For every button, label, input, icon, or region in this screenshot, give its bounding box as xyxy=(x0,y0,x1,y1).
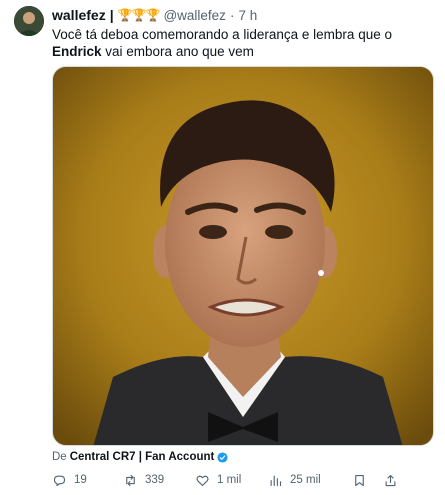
media-source: De Central CR7 | Fan Account xyxy=(52,451,228,463)
avatar[interactable] xyxy=(14,6,44,36)
source-account[interactable]: Central CR7 | Fan Account xyxy=(70,451,215,463)
share-button[interactable] xyxy=(383,473,398,488)
retweet-count: 339 xyxy=(145,474,165,486)
reply-button[interactable]: 19 xyxy=(52,473,87,488)
verified-badge-icon xyxy=(217,451,228,463)
trophy-badges: 🏆🏆🏆 xyxy=(117,8,161,22)
retweet-icon xyxy=(126,474,135,486)
tweet-media[interactable] xyxy=(52,66,434,446)
share-icon xyxy=(385,474,396,486)
action-bar: 19 339 1 mil 25 mil xyxy=(52,470,434,490)
source-prefix: De xyxy=(52,451,67,463)
display-name[interactable]: wallefez xyxy=(52,7,106,23)
tweet[interactable]: wallefez | 🏆🏆🏆 @wallefez · 7 h Você tá d… xyxy=(0,0,445,495)
mention-endrick: Endrick xyxy=(52,44,102,59)
dot-separator: · xyxy=(229,7,235,23)
name-separator: | xyxy=(109,7,114,23)
tweet-text: Você tá deboa comemorando a liderança e … xyxy=(52,26,432,60)
reply-icon xyxy=(53,475,66,486)
tweet-text-part: vai embora ano que vem xyxy=(101,44,254,59)
tweet-text-part: Você tá deboa comemorando a liderança e … xyxy=(52,27,392,42)
like-button[interactable]: 1 mil xyxy=(195,473,241,488)
heart-icon xyxy=(196,475,209,486)
like-count: 1 mil xyxy=(217,474,242,486)
views-count: 25 mil xyxy=(290,474,321,486)
timestamp[interactable]: 7 h xyxy=(238,8,257,23)
handle[interactable]: @wallefez xyxy=(163,8,225,23)
reply-count: 19 xyxy=(74,474,87,486)
views-button[interactable]: 25 mil xyxy=(268,473,321,488)
tweet-header: wallefez | 🏆🏆🏆 @wallefez · 7 h xyxy=(52,6,257,24)
bookmark-icon xyxy=(355,474,364,486)
views-icon xyxy=(270,475,282,486)
bookmark-button[interactable] xyxy=(352,473,367,488)
media-image xyxy=(53,67,433,445)
retweet-button[interactable]: 339 xyxy=(123,473,164,488)
